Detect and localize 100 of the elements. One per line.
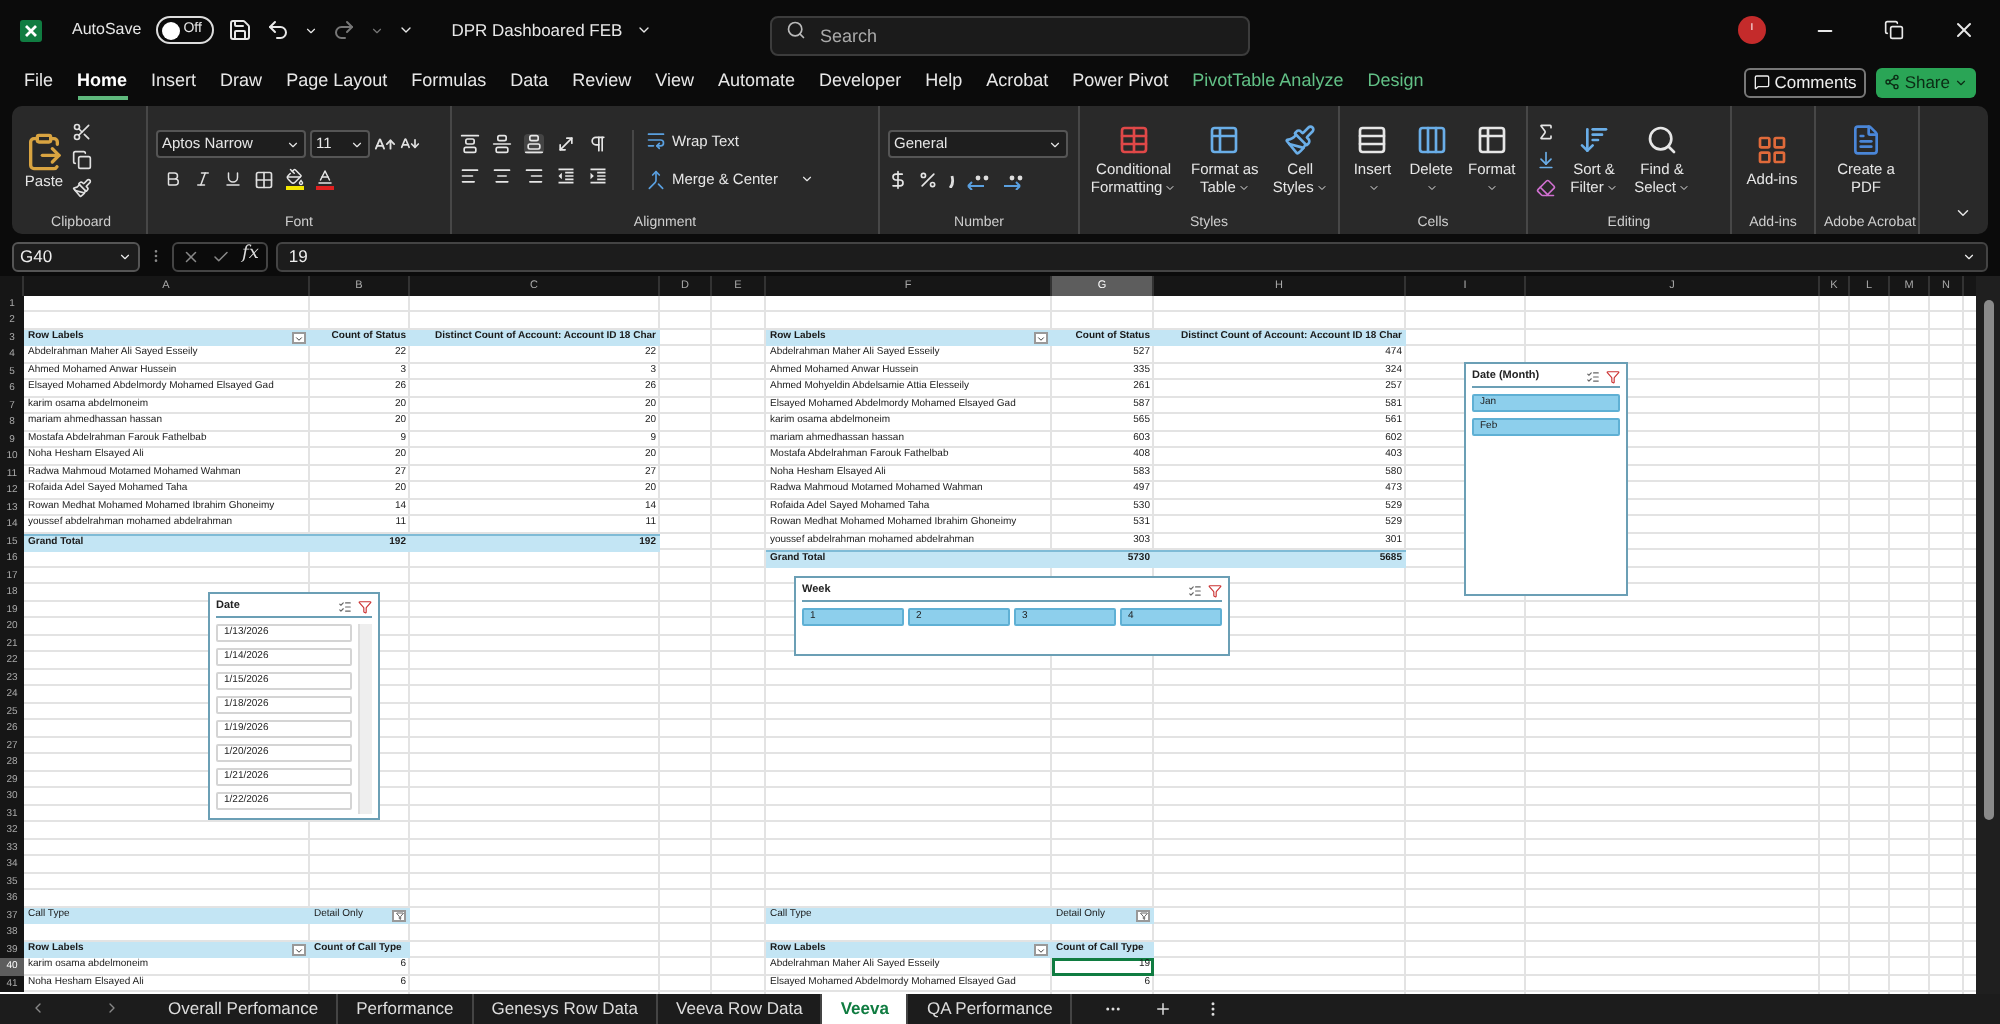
comma-style-icon[interactable]	[948, 172, 956, 188]
enter-icon[interactable]	[212, 247, 230, 265]
undo-icon[interactable]	[265, 18, 290, 42]
formula-field[interactable]: 19	[276, 241, 1988, 271]
menu-tab[interactable]: Design	[1367, 64, 1424, 100]
filter-button[interactable]	[392, 910, 406, 922]
chevron-icon	[1486, 182, 1499, 195]
table-icon	[1117, 124, 1150, 156]
chevron-icon	[286, 137, 300, 151]
chevron-icon	[1367, 182, 1380, 195]
bold-icon[interactable]	[164, 170, 182, 188]
menu-tab[interactable]: Power Pivot	[1072, 64, 1169, 100]
dropdown-button[interactable]	[1034, 332, 1048, 344]
menu-tab[interactable]: Data	[510, 64, 549, 100]
share-icon	[1884, 74, 1901, 90]
brush-icon	[1284, 124, 1317, 156]
menu-tab[interactable]: Page Layout	[286, 64, 388, 100]
grow-font-icon[interactable]	[374, 133, 396, 155]
menu-tab[interactable]: PivotTable Analyze	[1192, 64, 1344, 100]
menu-tab[interactable]: Insert	[151, 64, 197, 100]
document-icon	[1850, 124, 1882, 156]
chevron-icon[interactable]	[303, 23, 318, 37]
sheet-tab[interactable]: Performance	[338, 993, 474, 1023]
underline-icon[interactable]	[224, 170, 242, 188]
sheet-tab[interactable]: Veeva	[822, 993, 909, 1023]
filter-button[interactable]	[1136, 910, 1150, 922]
increase-indent-icon[interactable]	[588, 166, 608, 186]
share-button[interactable]: Share	[1876, 67, 1976, 97]
menu-tab[interactable]: Review	[572, 64, 632, 100]
menu-tab[interactable]: File	[24, 64, 54, 100]
search-field[interactable]: Search	[770, 16, 1250, 56]
borders-icon[interactable]	[254, 169, 274, 189]
columns-icon	[1415, 124, 1448, 156]
slicer-scrollbar[interactable]	[358, 624, 372, 814]
menu-tab[interactable]: Draw	[220, 64, 263, 100]
cell-reference: G40	[20, 243, 53, 269]
menu-tab[interactable]: Home	[77, 64, 128, 100]
chevron-icon	[1426, 182, 1439, 195]
align-right-icon[interactable]	[524, 166, 544, 186]
top-align-icon[interactable]	[460, 134, 480, 154]
close-icon[interactable]	[1952, 18, 1976, 42]
menu-tab[interactable]: View	[655, 64, 695, 100]
chevron-icon	[1315, 182, 1328, 195]
sheet-tab[interactable]: QA Performance	[908, 993, 1073, 1023]
redo-icon[interactable]	[331, 18, 356, 42]
menu-tab[interactable]: Developer	[819, 64, 902, 100]
dropdown-button[interactable]	[292, 944, 306, 956]
dropdown-button[interactable]	[1034, 944, 1048, 956]
bottom-align-icon[interactable]	[524, 134, 544, 154]
font-color-icon[interactable]	[316, 168, 334, 190]
align-center-icon[interactable]	[492, 166, 512, 186]
customize-toolbar-icon[interactable]	[397, 22, 414, 38]
menu-tab[interactable]: Help	[925, 64, 963, 100]
decrease-decimal-icon[interactable]	[1000, 171, 1024, 189]
menu-tab[interactable]: Formulas	[411, 64, 487, 100]
decrease-indent-icon[interactable]	[556, 166, 576, 186]
vertical-scrollbar[interactable]	[1976, 276, 2000, 993]
insert-function-button[interactable]: fx	[242, 242, 259, 270]
currency-icon[interactable]	[888, 170, 908, 190]
copy-icon[interactable]	[72, 150, 92, 170]
middle-align-icon[interactable]	[492, 134, 512, 154]
rows-icon	[1356, 124, 1389, 156]
collapse-ribbon-icon[interactable]	[1954, 204, 1972, 222]
multi-select-icon[interactable]	[338, 599, 352, 614]
menu-tab[interactable]: Acrobat	[986, 64, 1049, 100]
cancel-icon[interactable]	[182, 247, 200, 265]
orientation-icon[interactable]	[556, 134, 576, 154]
cut-icon[interactable]	[72, 122, 92, 142]
add-sheet-icon[interactable]	[1154, 999, 1173, 1017]
document-title[interactable]: DPR Dashboared FEB	[451, 17, 623, 43]
save-icon[interactable]	[227, 18, 252, 42]
clear-filter-icon[interactable]	[1606, 369, 1620, 384]
comments-button[interactable]: Comments	[1744, 67, 1867, 97]
align-left-icon[interactable]	[460, 166, 480, 186]
name-box[interactable]: G40	[12, 241, 140, 271]
clear-filter-icon[interactable]	[1208, 583, 1222, 598]
format-painter-icon[interactable]	[72, 178, 92, 198]
sheet-tab[interactable]: Overall Perfomance	[150, 993, 339, 1023]
clear-filter-icon[interactable]	[358, 599, 372, 614]
increase-decimal-icon[interactable]	[966, 171, 990, 189]
sheet-tab[interactable]: Genesys Row Data	[473, 993, 659, 1023]
menu-tab[interactable]: Automate	[718, 64, 796, 100]
chevron-icon	[1962, 249, 1976, 263]
multi-select-icon[interactable]	[1586, 369, 1600, 384]
percent-icon[interactable]	[918, 170, 938, 190]
text-direction-icon[interactable]	[588, 134, 608, 154]
multi-select-icon[interactable]	[1188, 583, 1202, 598]
italic-icon[interactable]	[194, 170, 212, 188]
grid-icon	[1756, 133, 1788, 165]
clipboard-icon	[24, 131, 64, 171]
eraser-icon[interactable]	[1536, 178, 1556, 198]
shrink-font-icon[interactable]	[400, 134, 420, 154]
fill-color-icon[interactable]	[286, 168, 304, 190]
formula-value: 19	[288, 243, 308, 269]
chevron-icon[interactable]	[636, 22, 653, 38]
fill-icon[interactable]	[1536, 150, 1556, 170]
chevron-icon	[350, 137, 364, 151]
autosum-icon[interactable]	[1536, 122, 1556, 142]
restore-icon[interactable]	[1884, 20, 1904, 40]
dropdown-button[interactable]	[292, 332, 306, 344]
